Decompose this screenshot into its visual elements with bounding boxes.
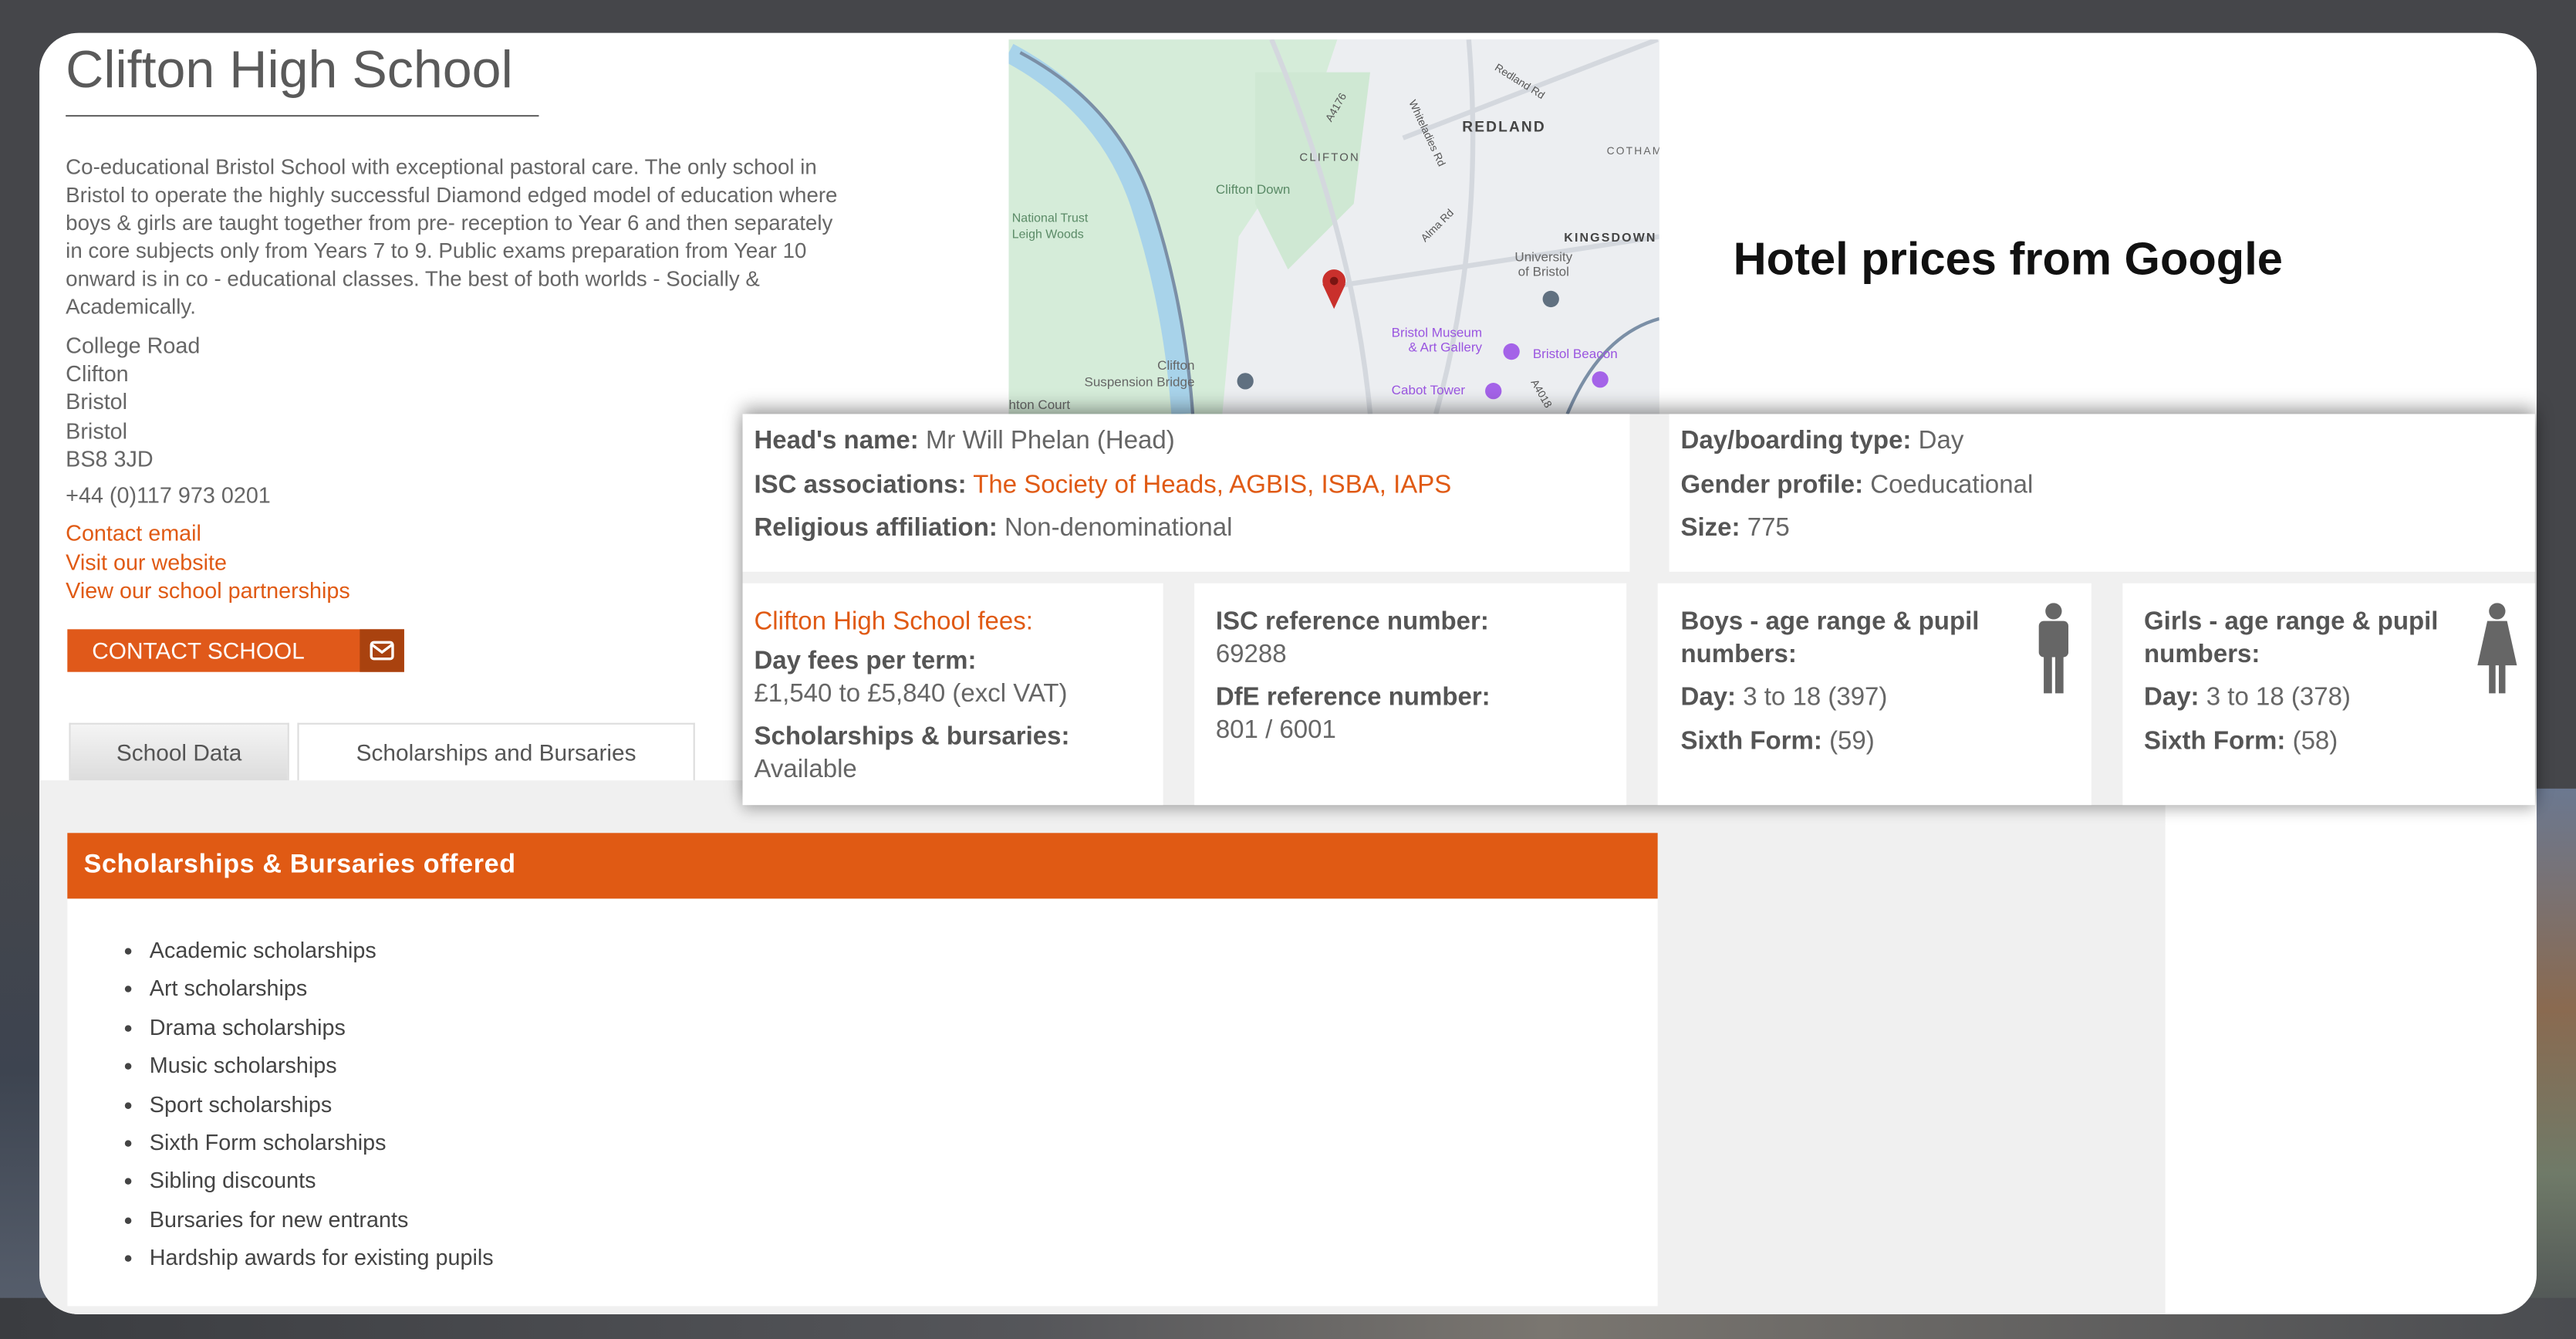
tab-school-data[interactable]: School Data [69, 722, 289, 781]
label: ISC associations: [754, 470, 967, 499]
contact-school-label: CONTACT SCHOOL [92, 637, 305, 664]
phone-number: +44 (0)117 973 0201 [66, 482, 271, 508]
label: Sixth Form: [2143, 728, 2286, 756]
label: ISC reference number: [1215, 607, 1489, 636]
info-card-head: Head's name: Mr Will Phelan (Head) ISC a… [742, 414, 1630, 572]
gender-row: Gender profile: Coeducational [1680, 464, 2523, 507]
map-label: REDLAND [1462, 118, 1546, 135]
label: Size: [1680, 514, 1740, 543]
info-card-boys: Boys - age range & pupil numbers: Day: 3… [1657, 583, 2092, 806]
label: Sixth Form: [1680, 728, 1822, 756]
label: Religious affiliation: [754, 514, 998, 543]
contact-school-button[interactable]: CONTACT SCHOOL [67, 629, 404, 672]
label: DfE reference number: [1215, 683, 1491, 712]
map-label: hton Court [1008, 397, 1071, 413]
value: Non-denominational [1004, 514, 1233, 543]
address-line: Clifton [66, 361, 129, 387]
info-card-fees: Clifton High School fees: Day fees per t… [742, 583, 1163, 806]
map-label-line: Leigh Woods [1011, 226, 1084, 242]
map-label: Bristol Museum & Art Gallery [1392, 326, 1482, 355]
value: 801 / 6001 [1215, 716, 1336, 745]
school-description: Co-educational Bristol School with excep… [66, 154, 838, 319]
label: Day/boarding type: [1680, 427, 1912, 455]
map-label-line: University [1514, 249, 1573, 265]
map-label-line: National Trust [1011, 210, 1089, 225]
map-label: Bristol Beacon [1532, 347, 1618, 362]
map-label: COTHAM [1606, 146, 1659, 158]
list-item: Sixth Form scholarships [150, 1124, 494, 1162]
map-label: National Trust Leigh Woods [1012, 210, 1089, 243]
map-label-line: Suspension Bridge [1084, 374, 1195, 390]
label: Day: [1680, 683, 1737, 712]
title-divider [66, 115, 539, 117]
list-item: Drama scholarships [150, 1009, 494, 1047]
girl-icon [2477, 603, 2517, 694]
list-item: Music scholarships [150, 1047, 494, 1086]
website-link[interactable]: Visit our website [66, 550, 227, 575]
map-label: University of Bristol [1514, 250, 1572, 279]
mail-icon [360, 629, 404, 672]
map-label: KINGSDOWN [1564, 230, 1657, 245]
value: Available [754, 756, 857, 784]
tab-scholarships-bursaries[interactable]: Scholarships and Bursaries [297, 722, 695, 781]
list-item: Bursaries for new entrants [150, 1201, 494, 1239]
list-item: Academic scholarships [150, 932, 494, 970]
list-item: Sibling discounts [150, 1162, 494, 1201]
map-label: CLIFTON [1299, 152, 1360, 164]
info-card-reference: ISC reference number: 69288 DfE referenc… [1194, 583, 1627, 806]
label: Gender profile: [1680, 470, 1864, 499]
map-label: Cabot Tower [1391, 383, 1466, 398]
boy-icon [2038, 603, 2069, 694]
head-row: Head's name: Mr Will Phelan (Head) [754, 421, 1618, 464]
label: Day: [2143, 683, 2200, 712]
address-line: Bristol [66, 418, 128, 443]
map-label: Clifton Suspension Bridge [1084, 358, 1194, 391]
offered-list-panel: Academic scholarships Art scholarships D… [67, 898, 1658, 1307]
isc-row: ISC associations: The Society of Heads, … [754, 464, 1618, 507]
size-row: Size: 775 [1680, 508, 2523, 551]
list-item: Hardship awards for existing pupils [150, 1239, 494, 1278]
offered-heading: Scholarships & Bursaries offered [67, 833, 1658, 899]
overlay-title: Hotel prices from Google [1733, 233, 2283, 285]
value: Day [1918, 427, 1964, 455]
school-info-panel: Head's name: Mr Will Phelan (Head) ISC a… [742, 414, 2535, 806]
label: Head's name: [754, 427, 919, 455]
contact-email-link[interactable]: Contact email [66, 521, 201, 546]
value: 775 [1747, 514, 1790, 543]
info-card-type: Day/boarding type: Day Gender profile: C… [1669, 414, 2535, 572]
label: Day fees per term: [754, 647, 977, 675]
fees-title: Clifton High School fees: [754, 607, 1033, 636]
value: (59) [1829, 728, 1875, 756]
value: £1,540 to £5,840 (excl VAT) [754, 680, 1068, 708]
value: Coeducational [1870, 470, 2034, 499]
address-line: Bristol [66, 390, 128, 415]
list-item: Art scholarships [150, 970, 494, 1009]
address-line: College Road [66, 333, 201, 359]
map-label-line: Bristol Museum [1391, 325, 1483, 340]
boarding-row: Day/boarding type: Day [1680, 421, 2523, 464]
religion-row: Religious affiliation: Non-denominationa… [754, 508, 1618, 551]
value: 3 to 18 (397) [1743, 683, 1888, 712]
map-label-line: & Art Gallery [1408, 340, 1483, 355]
map-label: Clifton Down [1215, 182, 1291, 198]
info-card-girls: Girls - age range & pupil numbers: Day: … [2122, 583, 2535, 806]
label: Girls - age range & pupil numbers: [2143, 607, 2439, 669]
partnerships-link[interactable]: View our school partnerships [66, 578, 350, 603]
map[interactable]: REDLAND CLIFTON Clifton Down National Tr… [1008, 39, 1659, 414]
isc-associations-link[interactable]: The Society of Heads, AGBIS, ISBA, IAPS [973, 471, 1451, 499]
offered-list: Academic scholarships Art scholarships D… [150, 932, 494, 1277]
label: Boys - age range & pupil numbers: [1680, 607, 1980, 669]
value: Mr Will Phelan (Head) [925, 427, 1175, 455]
value: (58) [2292, 728, 2338, 756]
address: College Road Clifton Bristol Bristol BS8… [66, 332, 200, 473]
address-line: BS8 3JD [66, 446, 154, 472]
page-title: Clifton High School [66, 39, 513, 99]
label: Scholarships & bursaries: [754, 722, 1070, 751]
map-label-line: of Bristol [1518, 264, 1569, 279]
screenshot: Clifton High School Co-educational Brist… [0, 0, 2576, 1339]
map-label-line: Clifton [1157, 358, 1195, 374]
value: 69288 [1215, 641, 1287, 669]
value: 3 to 18 (378) [2206, 683, 2351, 712]
list-item: Sport scholarships [150, 1085, 494, 1124]
